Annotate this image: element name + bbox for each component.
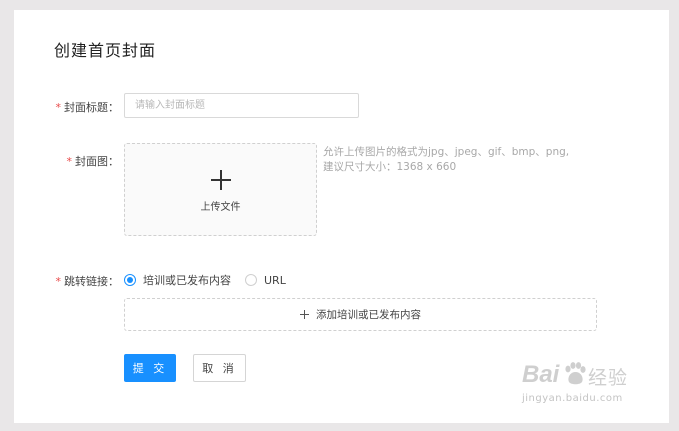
add-content-button[interactable]: 添加培训或已发布内容 <box>124 298 597 331</box>
cover-image-label-text: 封面图： <box>75 155 119 168</box>
upload-hint-size: 建议尺寸大小：1368 x 660 <box>323 161 457 173</box>
jump-link-label-text: 跳转链接： <box>64 275 119 288</box>
plus-icon <box>211 170 231 190</box>
cancel-button[interactable]: 取 消 <box>193 354 246 382</box>
radio-option-label: URL <box>264 273 286 287</box>
plus-icon <box>300 310 309 319</box>
required-mark: * <box>66 155 73 168</box>
upload-file-button[interactable]: 上传文件 <box>124 143 317 236</box>
radio-checked-icon <box>124 274 136 286</box>
upload-hint: 允许上传图片的格式为jpg、jpeg、gif、bmp、png, 建议尺寸大小：1… <box>323 145 613 175</box>
radio-option-published-content[interactable]: 培训或已发布内容 <box>124 272 231 288</box>
cover-title-label: * 封面标题： <box>56 99 120 115</box>
jump-link-label: * 跳转链接： <box>56 273 120 289</box>
add-content-label: 添加培训或已发布内容 <box>316 309 421 321</box>
required-mark: * <box>55 101 62 114</box>
radio-option-label: 培训或已发布内容 <box>143 274 231 287</box>
required-mark: * <box>55 275 62 288</box>
cover-image-label: * 封面图： <box>67 153 120 169</box>
radio-unchecked-icon <box>245 274 257 286</box>
cover-title-input[interactable] <box>124 93 359 118</box>
upload-hint-formats: 允许上传图片的格式为jpg、jpeg、gif、bmp、png, <box>323 146 570 158</box>
upload-file-label: 上传文件 <box>200 202 241 213</box>
jump-link-radio-group: 培训或已发布内容 URL <box>124 272 300 288</box>
form-panel: 创建首页封面 *封面标题： *封面图： 上传文件 允许上传图片的格式为jpg、j… <box>14 10 669 423</box>
page-title: 创建首页封面 <box>54 41 157 60</box>
radio-option-url[interactable]: URL <box>245 274 286 287</box>
submit-button[interactable]: 提 交 <box>124 354 176 382</box>
cover-title-label-text: 封面标题： <box>64 101 119 114</box>
